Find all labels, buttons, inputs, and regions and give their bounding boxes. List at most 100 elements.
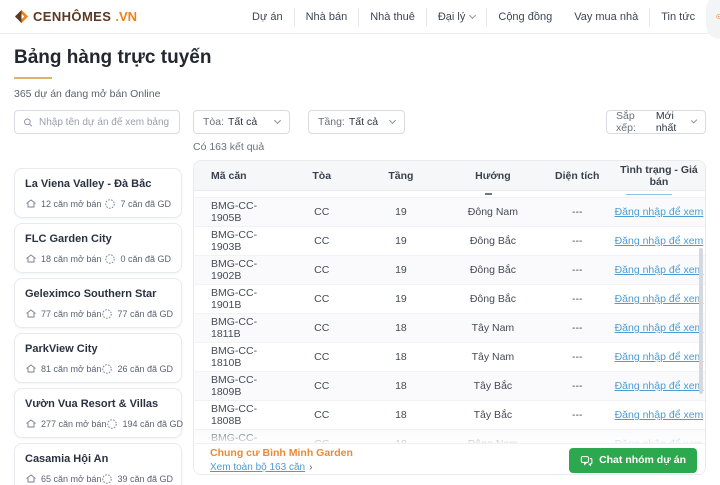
transacted-units-label: 77 căn đã GD bbox=[117, 309, 173, 319]
clipped-link-fragment bbox=[626, 194, 672, 196]
transacted-units-label: 39 căn đã GD bbox=[117, 474, 173, 484]
transacted-units-stat: 0 căn đã GD bbox=[104, 253, 171, 265]
project-name: Casamia Hội An bbox=[25, 453, 171, 465]
building: CC bbox=[286, 380, 358, 392]
clipped-text-fragment bbox=[485, 193, 492, 195]
project-name: Geleximco Southern Star bbox=[25, 288, 171, 300]
main-content: La Viena Valley - Đà Bắc12 căn mở bán7 c… bbox=[14, 160, 706, 485]
title-underline bbox=[14, 77, 52, 79]
table-row[interactable]: BMG-CC-1902BCC19Đông Bắc---Đăng nhập để … bbox=[194, 256, 705, 285]
header-direction: Hướng bbox=[444, 170, 541, 182]
table-scrollbar-thumb[interactable] bbox=[699, 248, 703, 394]
area: --- bbox=[541, 380, 613, 392]
status-cell: Đăng nhập để xem bbox=[613, 380, 705, 392]
nav-item[interactable]: Tin tức bbox=[650, 8, 706, 26]
login-to-view-link[interactable]: Đăng nhập để xem bbox=[615, 438, 704, 443]
login-to-view-link[interactable]: Đăng nhập để xem bbox=[615, 264, 704, 276]
building-filter-label: Tòa: bbox=[203, 116, 224, 128]
login-to-view-link[interactable]: Đăng nhập để xem bbox=[615, 293, 704, 305]
direction: Tây Bắc bbox=[444, 380, 541, 392]
unit-code: BMG-CC-1808B bbox=[194, 403, 286, 427]
chevron-down-icon bbox=[274, 117, 281, 124]
post-listing-button[interactable]: Bán / Cho thuê bbox=[706, 0, 720, 39]
open-units-stat: 18 căn mở bán bbox=[25, 253, 101, 265]
transacted-units-label: 7 căn đã GD bbox=[120, 199, 171, 209]
building: CC bbox=[286, 409, 358, 421]
sort-select[interactable]: Sắp xếp: Mới nhất bbox=[606, 110, 706, 134]
cenhomes-logo[interactable]: CENHÔMES.VN bbox=[14, 9, 137, 24]
header-area: Diện tích bbox=[541, 170, 613, 182]
status-cell: Đăng nhập để xem bbox=[613, 409, 705, 421]
project-card[interactable]: Geleximco Southern Star 77 căn mở bán 77 c… bbox=[14, 278, 182, 328]
project-card[interactable]: Casamia Hội An65 căn mở bán39 căn đã GD bbox=[14, 443, 182, 485]
deal-done-icon bbox=[101, 363, 113, 375]
project-card[interactable]: Vườn Vua Resort & Villas277 căn mở bán19… bbox=[14, 388, 182, 438]
sort-label: Sắp xếp: bbox=[616, 110, 652, 134]
project-card[interactable]: La Viena Valley - Đà Bắc12 căn mở bán7 c… bbox=[14, 168, 182, 218]
direction: Đông Nam bbox=[444, 206, 541, 218]
nav-item[interactable]: Vay mua nhà bbox=[563, 8, 650, 26]
login-to-view-link[interactable]: Đăng nhập để xem bbox=[615, 235, 704, 247]
login-to-view-link[interactable]: Đăng nhập để xem bbox=[615, 409, 704, 421]
chevron-down-icon bbox=[469, 11, 476, 18]
table-row[interactable]: BMG-CC-1809BCC18Tây Bắc---Đăng nhập để x… bbox=[194, 372, 705, 401]
unit-code: BMG-CC-1809B bbox=[194, 374, 286, 398]
table-row[interactable]: BMG-CC-1807BCC18Đông Nam---Đăng nhập để … bbox=[194, 430, 705, 443]
building-open-icon bbox=[25, 473, 37, 485]
table-row[interactable]: BMG-CC-1903BCC19Đông Bắc---Đăng nhập để … bbox=[194, 227, 705, 256]
login-to-view-link[interactable]: Đăng nhập để xem bbox=[615, 206, 704, 218]
building-open-icon bbox=[25, 198, 37, 210]
project-name: FLC Garden City bbox=[25, 233, 171, 245]
open-units-stat: 77 căn mở bán bbox=[25, 308, 101, 320]
deal-done-icon bbox=[104, 198, 116, 210]
project-search[interactable] bbox=[14, 110, 180, 134]
nav-item[interactable]: Nhà thuê bbox=[359, 8, 427, 26]
building-filter-select[interactable]: Tòa: Tất cả bbox=[193, 110, 290, 134]
area: --- bbox=[541, 322, 613, 334]
table-row[interactable]: BMG-CC-1808BCC18Tây Bắc---Đăng nhập để x… bbox=[194, 401, 705, 430]
view-all-units-link[interactable]: Xem toàn bộ 163 căn bbox=[210, 462, 305, 473]
login-to-view-link[interactable]: Đăng nhập để xem bbox=[615, 351, 704, 363]
project-card[interactable]: ParkView City81 căn mở bán26 căn đã GD bbox=[14, 333, 182, 383]
page-title: Bảng hàng trực tuyến bbox=[14, 47, 706, 69]
result-count: Có 163 kết quả bbox=[193, 141, 706, 153]
top-navbar: CENHÔMES.VN Dự ánNhà bánNhà thuêĐại lýCộ… bbox=[0, 0, 720, 34]
status-cell: Đăng nhập để xem bbox=[613, 206, 705, 218]
table-row[interactable]: BMG-CC-1901BCC19Đông Bắc---Đăng nhập để … bbox=[194, 285, 705, 314]
floor-filter-select[interactable]: Tầng: Tất cả bbox=[308, 110, 405, 134]
floor: 19 bbox=[358, 206, 445, 218]
floor: 18 bbox=[358, 351, 445, 363]
unit-code: BMG-CC-1903B bbox=[194, 229, 286, 253]
open-units-stat: 277 căn mở bán bbox=[25, 418, 106, 430]
building: CC bbox=[286, 322, 358, 334]
building-open-icon bbox=[25, 363, 37, 375]
table-row[interactable]: BMG-CC-1905BCC19Đông Nam---Đăng nhập để … bbox=[194, 198, 705, 227]
nav-item[interactable]: Nhà bán bbox=[295, 8, 360, 26]
logo-diamond-icon bbox=[14, 9, 29, 24]
filter-bar: Tòa: Tất cả Tầng: Tất cả Sắp xếp: Mới nh… bbox=[14, 110, 706, 134]
chevron-down-icon bbox=[389, 117, 396, 124]
table-row[interactable]: BMG-CC-1811BCC18Tây Nam---Đăng nhập để x… bbox=[194, 314, 705, 343]
nav-item[interactable]: Đại lý bbox=[427, 8, 488, 26]
area: --- bbox=[541, 264, 613, 276]
unit-code: BMG-CC-1807B bbox=[194, 432, 286, 443]
deal-done-icon bbox=[101, 473, 113, 485]
chat-group-button[interactable]: Chat nhóm dự án bbox=[569, 448, 697, 473]
open-units-stat: 12 căn mở bán bbox=[25, 198, 101, 210]
unit-code: BMG-CC-1811B bbox=[194, 316, 286, 340]
chat-bubbles-icon bbox=[580, 454, 593, 467]
login-to-view-link[interactable]: Đăng nhập để xem bbox=[615, 322, 704, 334]
nav-menu: Dự ánNhà bánNhà thuêĐại lýCộng đồngVay m… bbox=[241, 8, 706, 26]
deal-done-icon bbox=[106, 418, 118, 430]
login-to-view-link[interactable]: Đăng nhập để xem bbox=[615, 380, 704, 392]
nav-item[interactable]: Dự án bbox=[241, 8, 295, 26]
search-input[interactable] bbox=[39, 117, 171, 128]
nav-item[interactable]: Cộng đồng bbox=[487, 8, 563, 26]
floor: 19 bbox=[358, 293, 445, 305]
project-card[interactable]: FLC Garden City 18 căn mở bán0 căn đã GD bbox=[14, 223, 182, 273]
direction: Tây Nam bbox=[444, 322, 541, 334]
building: CC bbox=[286, 206, 358, 218]
table-row[interactable]: BMG-CC-1810BCC18Tây Nam---Đăng nhập để x… bbox=[194, 343, 705, 372]
floor: 18 bbox=[358, 409, 445, 421]
building: CC bbox=[286, 235, 358, 247]
